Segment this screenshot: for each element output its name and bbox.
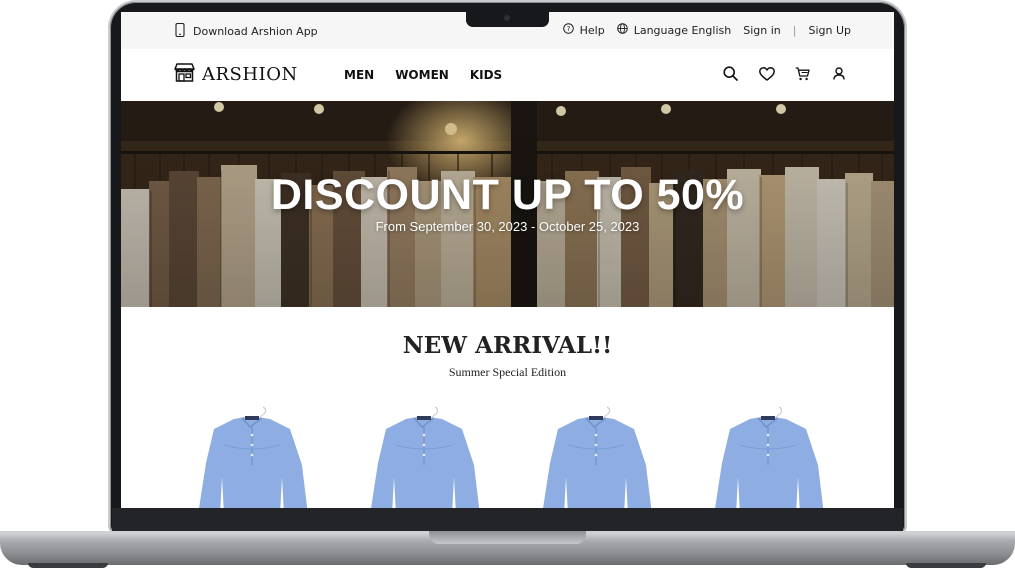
download-app-label: Download Arshion App	[193, 25, 318, 38]
store-icon	[174, 63, 195, 86]
product-card[interactable]	[192, 405, 312, 508]
sign-in-link[interactable]: Sign in	[743, 24, 781, 37]
laptop-foot-left	[28, 563, 108, 568]
globe-icon	[616, 23, 628, 37]
svg-text:?: ?	[566, 25, 570, 33]
sign-up-link[interactable]: Sign Up	[808, 24, 851, 37]
hero-title: DISCOUNT UP TO 50%	[270, 171, 745, 219]
product-card[interactable]	[708, 405, 828, 508]
menu-item-men[interactable]: MEN	[344, 68, 374, 82]
blue-shirt-image	[199, 406, 308, 508]
new-arrival-title: NEW ARRIVAL!!	[402, 332, 613, 359]
download-app-link[interactable]: Download Arshion App	[175, 22, 318, 40]
menu-item-women[interactable]: WOMEN	[395, 68, 449, 82]
heart-icon[interactable]	[758, 65, 775, 82]
camera-icon	[504, 15, 510, 21]
laptop-foot-right	[906, 563, 986, 568]
blue-shirt-image	[371, 406, 480, 508]
help-link[interactable]: ? Help	[562, 23, 605, 37]
laptop-screen-chin	[112, 508, 903, 532]
help-label: Help	[579, 23, 605, 37]
help-icon: ?	[562, 23, 574, 37]
user-icon[interactable]	[830, 65, 847, 82]
blue-shirt-image	[715, 406, 824, 508]
nav-actions	[722, 65, 847, 82]
product-card[interactable]	[536, 405, 656, 508]
hero-subtitle: From September 30, 2023 - October 25, 20…	[375, 219, 640, 234]
blue-shirt-image	[543, 406, 652, 508]
product-card[interactable]	[364, 405, 484, 508]
language-selector[interactable]: Language English	[616, 23, 732, 37]
language-label: Language English	[633, 23, 732, 37]
hero-banner[interactable]: DISCOUNT UP TO 50% From September 30, 20…	[121, 101, 894, 307]
laptop-screen: Download Arshion App ? Help Language Eng…	[121, 12, 894, 508]
brand-name: ARSHION	[202, 64, 298, 85]
cart-icon[interactable]	[794, 65, 811, 82]
product-grid	[121, 405, 894, 508]
search-icon[interactable]	[722, 65, 739, 82]
brand-logo[interactable]: ARSHION	[174, 63, 298, 86]
laptop-opening-notch	[429, 531, 586, 544]
new-arrival-subtitle: Summer Special Edition	[448, 365, 567, 379]
category-menu: MEN WOMEN KIDS	[344, 68, 502, 82]
phone-icon	[175, 22, 185, 40]
main-navigation: ARSHION MEN WOMEN KIDS	[121, 49, 894, 101]
camera-notch	[466, 12, 549, 27]
menu-item-kids[interactable]: KIDS	[470, 68, 502, 82]
divider: |	[792, 23, 797, 37]
